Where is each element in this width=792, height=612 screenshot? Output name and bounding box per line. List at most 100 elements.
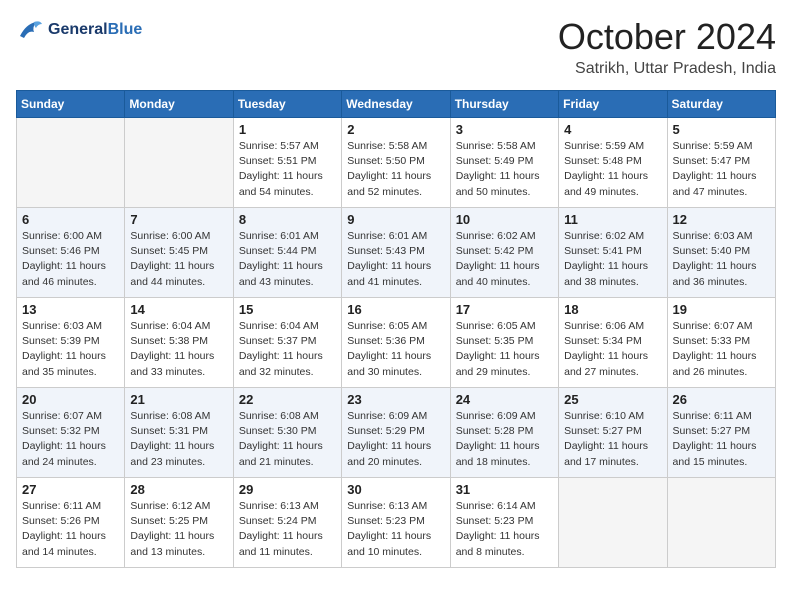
day-info: Sunrise: 5:59 AMSunset: 5:48 PMDaylight:… [564, 139, 661, 200]
location: Satrikh, Uttar Pradesh, India [558, 60, 776, 78]
table-row: 3 Sunrise: 5:58 AMSunset: 5:49 PMDaylight… [450, 118, 558, 208]
table-row: 19 Sunrise: 6:07 AMSunset: 5:33 PMDayligh… [667, 298, 775, 388]
col-sunday: Sunday [17, 91, 125, 118]
day-number: 3 [456, 122, 553, 137]
table-row: 6Sunrise: 6:00 AMSunset: 5:46 PMDaylight… [17, 208, 125, 298]
table-row: 9Sunrise: 6:01 AMSunset: 5:43 PMDaylight… [342, 208, 450, 298]
calendar-week-row: 1 Sunrise: 5:57 AMSunset: 5:51 PMDaylight… [17, 118, 776, 208]
day-number: 26 [673, 392, 770, 407]
day-number: 8 [239, 212, 336, 227]
day-number: 14 [130, 302, 227, 317]
table-row: 23 Sunrise: 6:09 AMSunset: 5:29 PMDayligh… [342, 388, 450, 478]
day-info: Sunrise: 6:03 AMSunset: 5:40 PMDaylight:… [673, 229, 770, 290]
day-number: 6 [22, 212, 119, 227]
day-info: Sunrise: 6:03 AMSunset: 5:39 PMDaylight:… [22, 319, 119, 380]
table-row: 31 Sunrise: 6:14 AMSunset: 5:23 PMDayligh… [450, 478, 558, 568]
table-row: 17Sunrise: 6:05 AMSunset: 5:35 PMDayligh… [450, 298, 558, 388]
day-number: 25 [564, 392, 661, 407]
day-number: 27 [22, 482, 119, 497]
day-info: Sunrise: 6:09 AMSunset: 5:28 PMDaylight:… [456, 409, 553, 470]
table-row: 21 Sunrise: 6:08 AMSunset: 5:31 PMDayligh… [125, 388, 233, 478]
table-row [17, 118, 125, 208]
table-row: 7 Sunrise: 6:00 AMSunset: 5:45 PMDaylight… [125, 208, 233, 298]
day-number: 13 [22, 302, 119, 317]
logo-icon [16, 16, 44, 44]
day-info: Sunrise: 5:58 AMSunset: 5:50 PMDaylight:… [347, 139, 444, 200]
calendar-week-row: 20 Sunrise: 6:07 AMSunset: 5:32 PMDayligh… [17, 388, 776, 478]
table-row: 11 Sunrise: 6:02 AMSunset: 5:41 PMDayligh… [559, 208, 667, 298]
table-row [559, 478, 667, 568]
day-info: Sunrise: 6:02 AMSunset: 5:41 PMDaylight:… [564, 229, 661, 290]
logo-text: GeneralBlue [48, 21, 142, 39]
day-info: Sunrise: 6:01 AMSunset: 5:44 PMDaylight:… [239, 229, 336, 290]
day-number: 4 [564, 122, 661, 137]
day-info: Sunrise: 6:04 AMSunset: 5:37 PMDaylight:… [239, 319, 336, 380]
col-tuesday: Tuesday [233, 91, 341, 118]
table-row: 10 Sunrise: 6:02 AMSunset: 5:42 PMDayligh… [450, 208, 558, 298]
table-row: 8 Sunrise: 6:01 AMSunset: 5:44 PMDaylight… [233, 208, 341, 298]
page-header: GeneralBlue October 2024 Satrikh, Uttar … [16, 16, 776, 78]
month-title: October 2024 [558, 16, 776, 58]
day-info: Sunrise: 6:01 AMSunset: 5:43 PMDaylight:… [347, 229, 444, 290]
table-row: 30Sunrise: 6:13 AMSunset: 5:23 PMDayligh… [342, 478, 450, 568]
table-row: 2 Sunrise: 5:58 AMSunset: 5:50 PMDaylight… [342, 118, 450, 208]
day-info: Sunrise: 6:07 AMSunset: 5:33 PMDaylight:… [673, 319, 770, 380]
table-row: 1 Sunrise: 5:57 AMSunset: 5:51 PMDaylight… [233, 118, 341, 208]
calendar-table: Sunday Monday Tuesday Wednesday Thursday… [16, 90, 776, 568]
table-row: 25 Sunrise: 6:10 AMSunset: 5:27 PMDayligh… [559, 388, 667, 478]
day-number: 15 [239, 302, 336, 317]
day-info: Sunrise: 5:57 AMSunset: 5:51 PMDaylight:… [239, 139, 336, 200]
day-number: 5 [673, 122, 770, 137]
day-info: Sunrise: 6:02 AMSunset: 5:42 PMDaylight:… [456, 229, 553, 290]
table-row: 20 Sunrise: 6:07 AMSunset: 5:32 PMDayligh… [17, 388, 125, 478]
day-number: 11 [564, 212, 661, 227]
calendar-header-row: Sunday Monday Tuesday Wednesday Thursday… [17, 91, 776, 118]
day-number: 21 [130, 392, 227, 407]
day-info: Sunrise: 6:07 AMSunset: 5:32 PMDaylight:… [22, 409, 119, 470]
day-info: Sunrise: 6:00 AMSunset: 5:45 PMDaylight:… [130, 229, 227, 290]
table-row: 16Sunrise: 6:05 AMSunset: 5:36 PMDayligh… [342, 298, 450, 388]
day-info: Sunrise: 6:11 AMSunset: 5:26 PMDaylight:… [22, 499, 119, 560]
day-info: Sunrise: 6:08 AMSunset: 5:31 PMDaylight:… [130, 409, 227, 470]
col-friday: Friday [559, 91, 667, 118]
day-number: 31 [456, 482, 553, 497]
day-info: Sunrise: 6:11 AMSunset: 5:27 PMDaylight:… [673, 409, 770, 470]
day-number: 23 [347, 392, 444, 407]
table-row: 18 Sunrise: 6:06 AMSunset: 5:34 PMDayligh… [559, 298, 667, 388]
day-info: Sunrise: 5:59 AMSunset: 5:47 PMDaylight:… [673, 139, 770, 200]
day-number: 2 [347, 122, 444, 137]
day-info: Sunrise: 6:09 AMSunset: 5:29 PMDaylight:… [347, 409, 444, 470]
day-number: 16 [347, 302, 444, 317]
day-info: Sunrise: 6:12 AMSunset: 5:25 PMDaylight:… [130, 499, 227, 560]
day-info: Sunrise: 6:08 AMSunset: 5:30 PMDaylight:… [239, 409, 336, 470]
table-row: 24Sunrise: 6:09 AMSunset: 5:28 PMDayligh… [450, 388, 558, 478]
table-row [667, 478, 775, 568]
table-row: 12Sunrise: 6:03 AMSunset: 5:40 PMDayligh… [667, 208, 775, 298]
day-info: Sunrise: 6:06 AMSunset: 5:34 PMDaylight:… [564, 319, 661, 380]
calendar-week-row: 6Sunrise: 6:00 AMSunset: 5:46 PMDaylight… [17, 208, 776, 298]
day-info: Sunrise: 6:14 AMSunset: 5:23 PMDaylight:… [456, 499, 553, 560]
day-number: 17 [456, 302, 553, 317]
day-number: 19 [673, 302, 770, 317]
table-row: 22 Sunrise: 6:08 AMSunset: 5:30 PMDayligh… [233, 388, 341, 478]
day-number: 7 [130, 212, 227, 227]
day-info: Sunrise: 6:10 AMSunset: 5:27 PMDaylight:… [564, 409, 661, 470]
calendar-week-row: 13 Sunrise: 6:03 AMSunset: 5:39 PMDayligh… [17, 298, 776, 388]
table-row: 15 Sunrise: 6:04 AMSunset: 5:37 PMDayligh… [233, 298, 341, 388]
day-info: Sunrise: 6:13 AMSunset: 5:23 PMDaylight:… [347, 499, 444, 560]
table-row: 4 Sunrise: 5:59 AMSunset: 5:48 PMDaylight… [559, 118, 667, 208]
table-row: 27 Sunrise: 6:11 AMSunset: 5:26 PMDayligh… [17, 478, 125, 568]
col-monday: Monday [125, 91, 233, 118]
day-number: 28 [130, 482, 227, 497]
table-row: 26 Sunrise: 6:11 AMSunset: 5:27 PMDayligh… [667, 388, 775, 478]
day-info: Sunrise: 5:58 AMSunset: 5:49 PMDaylight:… [456, 139, 553, 200]
day-number: 29 [239, 482, 336, 497]
day-number: 20 [22, 392, 119, 407]
day-number: 1 [239, 122, 336, 137]
day-number: 18 [564, 302, 661, 317]
table-row: 5 Sunrise: 5:59 AMSunset: 5:47 PMDaylight… [667, 118, 775, 208]
day-info: Sunrise: 6:04 AMSunset: 5:38 PMDaylight:… [130, 319, 227, 380]
day-number: 22 [239, 392, 336, 407]
day-number: 10 [456, 212, 553, 227]
col-wednesday: Wednesday [342, 91, 450, 118]
